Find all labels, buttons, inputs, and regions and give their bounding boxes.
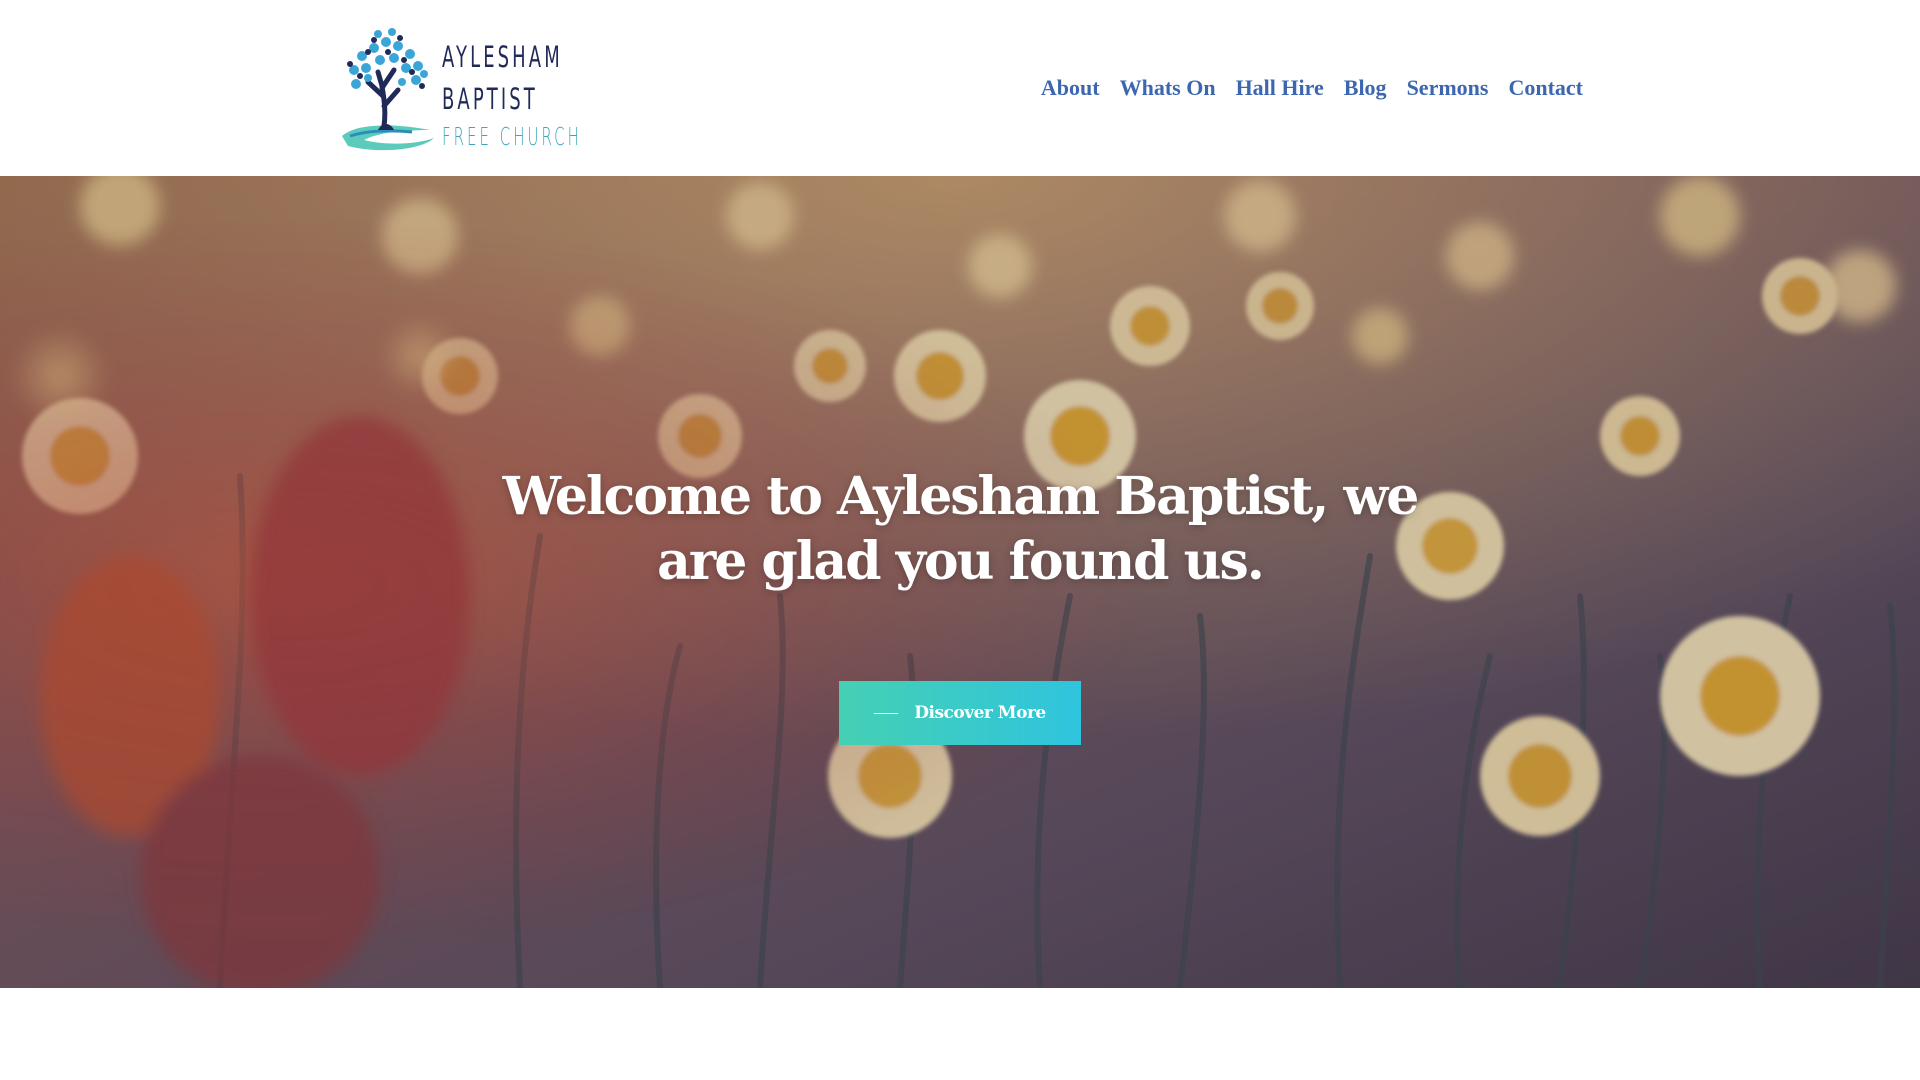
nav-about[interactable]: About [1041, 72, 1100, 104]
button-line-decoration [874, 712, 899, 714]
logo-line-free-church: FREE CHURCH [442, 122, 582, 151]
discover-more-button[interactable]: Discover More [839, 681, 1081, 745]
site-header: AYLESHAM BAPTIST FREE CHURCH About Whats… [0, 0, 1920, 176]
nav-hall-hire[interactable]: Hall Hire [1236, 72, 1324, 104]
site-logo[interactable]: AYLESHAM BAPTIST FREE CHURCH [338, 26, 582, 154]
logo-line-aylesham: AYLESHAM [442, 40, 563, 74]
tree-logo-icon [342, 28, 434, 151]
logo-line-baptist: BAPTIST [442, 82, 538, 116]
nav-blog[interactable]: Blog [1344, 72, 1387, 104]
nav-whats-on[interactable]: Whats On [1120, 72, 1216, 104]
nav-sermons[interactable]: Sermons [1407, 72, 1489, 104]
hero-title: Welcome to Aylesham Baptist, we are glad… [502, 466, 1420, 592]
discover-more-label: Discover More [914, 703, 1046, 723]
content-area [0, 988, 1920, 1080]
hero-section: Welcome to Aylesham Baptist, we are glad… [0, 176, 1920, 988]
main-nav: About Whats On Hall Hire Blog Sermons Co… [1041, 72, 1583, 104]
nav-contact[interactable]: Contact [1508, 72, 1583, 104]
logo-wordmark: AYLESHAM BAPTIST FREE CHURCH [442, 36, 582, 154]
